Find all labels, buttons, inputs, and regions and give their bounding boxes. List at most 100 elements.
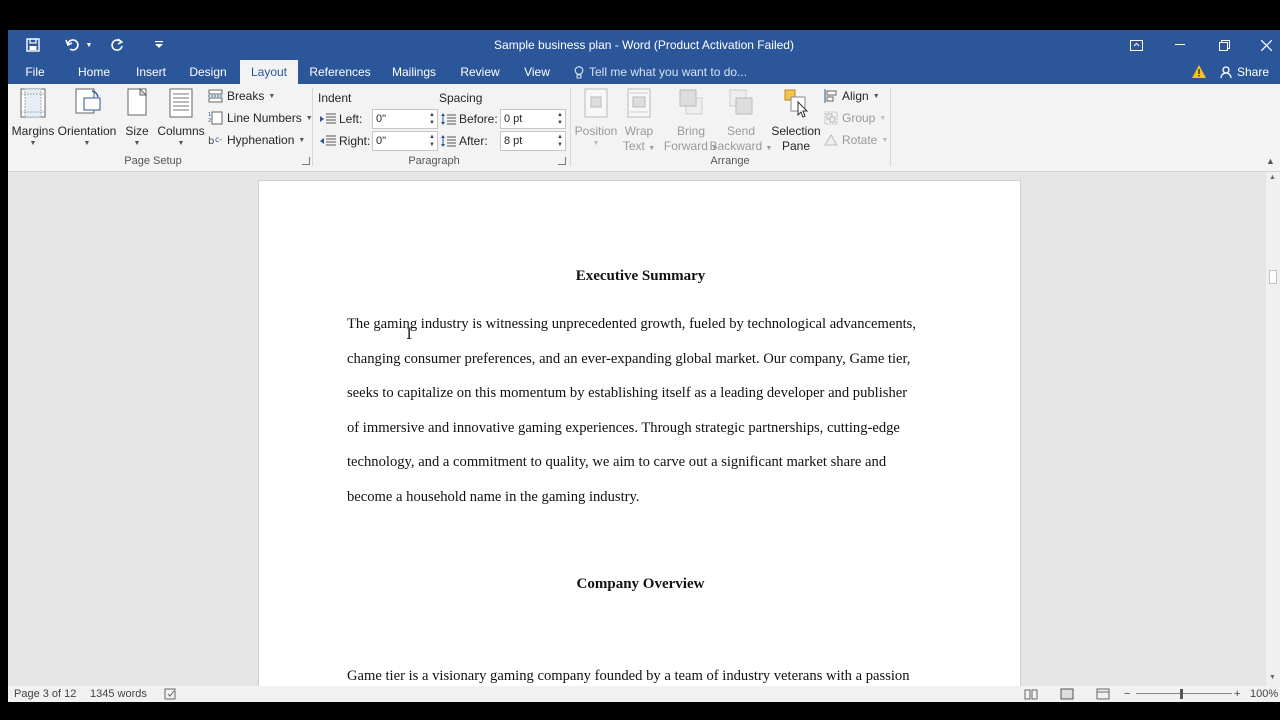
indent-right-input[interactable]: 0" ▲ ▼ <box>372 131 438 151</box>
heading-company-overview: Company Overview <box>576 576 705 592</box>
line-numbers-label: Line Numbers <box>227 111 302 125</box>
proofing-icon[interactable] <box>164 688 178 702</box>
selection-pane-button[interactable]: Selection Pane <box>771 88 821 154</box>
spacing-before-label: Before: <box>441 112 498 126</box>
align-label: Align <box>842 89 869 103</box>
document-page[interactable]: Executive Summary The gaming industry is… <box>258 180 1021 686</box>
restore-icon[interactable] <box>1202 30 1246 60</box>
page-count[interactable]: Page 3 of 12 <box>14 688 76 700</box>
paragraph-group-label: Paragraph <box>408 155 460 167</box>
status-bar: Page 3 of 12 1345 words − + 100% <box>8 686 1280 702</box>
zoom-level[interactable]: 100% <box>1250 688 1278 700</box>
group-button[interactable]: Group ▼ <box>824 108 886 128</box>
columns-label: Columns <box>157 124 205 138</box>
spacing-label: Spacing <box>439 91 483 105</box>
paragraph-executive-summary: The gaming industry is witnessing unprec… <box>347 307 947 515</box>
line-numbers-button[interactable]: 12 Line Numbers ▼ <box>208 108 313 128</box>
svg-text:b: b <box>208 136 214 147</box>
wrap-text-label-1: Wrap <box>624 124 654 138</box>
indent-left-icon <box>320 113 336 124</box>
share-label: Share <box>1237 65 1270 79</box>
tab-review[interactable]: Review <box>454 60 506 84</box>
warning-icon[interactable] <box>1191 64 1207 80</box>
zoom-slider-thumb[interactable] <box>1180 689 1183 699</box>
tell-me-text: Tell me what you want to do... <box>589 65 748 79</box>
send-backward-label-2: Backward ▼ <box>709 139 773 153</box>
close-icon[interactable] <box>1244 30 1280 60</box>
position-button[interactable]: Position ▼ <box>574 88 618 148</box>
read-mode-icon[interactable] <box>1024 688 1038 702</box>
paragraph-launcher-icon[interactable] <box>558 157 566 165</box>
page-setup-launcher-icon[interactable] <box>302 157 310 165</box>
text-line: of immersive and innovative gaming exper… <box>347 419 900 436</box>
arrange-group-label: Arrange <box>710 155 750 167</box>
group-divider <box>890 88 891 166</box>
tab-layout[interactable]: Layout <box>240 60 298 84</box>
text-line: seeks to capitalize on this momentum by … <box>347 385 908 402</box>
tab-mailings[interactable]: Mailings <box>386 60 442 84</box>
indent-label: Indent <box>318 91 352 105</box>
scroll-down-icon[interactable]: ▼ <box>1269 674 1276 681</box>
ribbon-display-options-icon[interactable] <box>1114 30 1158 60</box>
indent-right-label: Right: <box>320 134 370 148</box>
word-count[interactable]: 1345 words <box>90 688 147 700</box>
vertical-scrollbar[interactable]: ▲ ▼ <box>1266 172 1280 686</box>
columns-icon <box>169 88 193 118</box>
breaks-button[interactable]: Breaks ▼ <box>208 86 275 106</box>
ribbon-tabs: File Home Insert Design Layout Reference… <box>8 60 1280 84</box>
person-icon <box>1220 65 1232 78</box>
selection-pane-label-1: Selection <box>771 124 821 138</box>
send-backward-button[interactable]: Send Backward ▼ <box>710 88 772 156</box>
hyphenation-label: Hyphenation <box>227 133 295 147</box>
tab-insert[interactable]: Insert <box>128 60 174 84</box>
hyphenation-icon: b c- <box>208 135 222 147</box>
print-layout-icon[interactable] <box>1060 688 1074 702</box>
hyphenation-button[interactable]: b c- Hyphenation ▼ <box>208 130 305 150</box>
word-window: ▼ Sample business plan - Word (Product A… <box>8 30 1280 702</box>
document-canvas: Executive Summary The gaming industry is… <box>8 172 1266 686</box>
scroll-thumb[interactable] <box>1269 270 1277 284</box>
orientation-icon <box>75 88 101 114</box>
tab-view[interactable]: View <box>516 60 558 84</box>
text-line: changing consumer preferences, and an ev… <box>347 350 911 367</box>
title-bar: ▼ Sample business plan - Word (Product A… <box>8 30 1280 60</box>
size-button[interactable]: Size ▼ <box>122 88 152 148</box>
indent-right-icon <box>320 135 336 146</box>
spacing-before-input[interactable]: 0 pt ▲ ▼ <box>500 109 566 129</box>
zoom-in-icon[interactable]: + <box>1234 688 1240 700</box>
page-setup-group-label: Page Setup <box>124 155 182 167</box>
rotate-button[interactable]: Rotate ▼ <box>824 130 888 150</box>
wrap-text-button[interactable]: Wrap Text ▼ <box>620 88 658 156</box>
collapse-ribbon-icon[interactable]: ▲ <box>1266 156 1275 166</box>
zoom-out-icon[interactable]: − <box>1124 688 1130 700</box>
tell-me-search[interactable]: Tell me what you want to do... <box>574 60 747 84</box>
group-icon <box>824 111 838 125</box>
orientation-button[interactable]: Orientation ▼ <box>58 88 116 148</box>
minimize-icon[interactable] <box>1158 30 1202 60</box>
position-label: Position <box>574 124 618 138</box>
tab-design[interactable]: Design <box>182 60 234 84</box>
bring-forward-icon <box>679 89 703 115</box>
columns-button[interactable]: Columns ▼ <box>157 88 205 148</box>
scroll-up-icon[interactable]: ▲ <box>1269 174 1276 181</box>
align-button[interactable]: Align ▼ <box>824 86 880 106</box>
tab-references[interactable]: References <box>306 60 374 84</box>
orientation-label: Orientation <box>57 124 117 138</box>
tab-file[interactable]: File <box>16 60 54 84</box>
tab-home[interactable]: Home <box>70 60 118 84</box>
group-divider <box>570 88 571 166</box>
group-divider <box>312 88 313 166</box>
send-backward-icon <box>729 89 753 115</box>
margins-button[interactable]: Margins ▼ <box>12 88 54 148</box>
text-line: become a household name in the gaming in… <box>347 488 640 505</box>
web-layout-icon[interactable] <box>1096 688 1110 702</box>
lightbulb-icon <box>574 65 584 78</box>
align-icon <box>824 89 837 103</box>
indent-left-input[interactable]: 0" ▲ ▼ <box>372 109 438 129</box>
zoom-slider[interactable] <box>1136 693 1232 694</box>
spacing-after-input[interactable]: 8 pt ▲ ▼ <box>500 131 566 151</box>
spacing-before-icon <box>441 113 456 125</box>
window-title: Sample business plan - Word (Product Act… <box>494 38 794 52</box>
share-button[interactable]: Share <box>1220 60 1269 84</box>
spacing-after-label: After: <box>441 134 488 148</box>
